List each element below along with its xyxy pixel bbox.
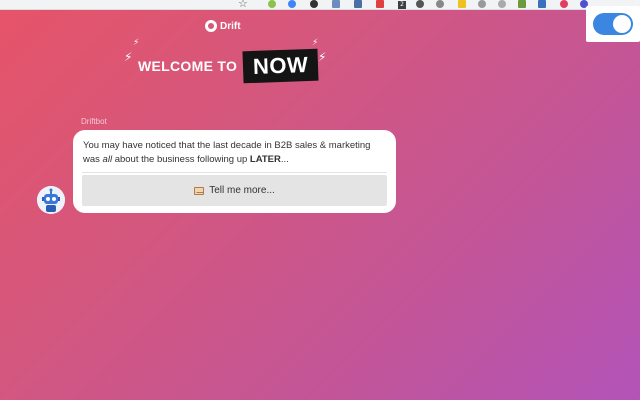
extension-icon[interactable] xyxy=(416,0,424,8)
message-bold-text: LATER xyxy=(249,154,281,165)
robot-icon xyxy=(37,186,65,214)
extension-icon[interactable] xyxy=(560,0,568,8)
message-italic-text: all xyxy=(102,154,113,165)
driftbot-avatar xyxy=(37,186,65,214)
extension-icon[interactable] xyxy=(498,0,506,8)
extension-toggle-panel xyxy=(586,6,640,42)
drift-logo: Drift xyxy=(205,19,241,33)
sparkle-icon: ⚡ xyxy=(124,50,133,64)
drift-logo-text: Drift xyxy=(220,20,241,32)
extension-icon[interactable] xyxy=(478,0,486,8)
chat-message-text: You may have noticed that the last decad… xyxy=(83,139,388,167)
bubble-divider xyxy=(82,172,387,173)
now-highlight: NOW xyxy=(242,48,319,84)
message-text-part: ... xyxy=(280,154,289,165)
welcome-text: WELCOME TO xyxy=(138,58,238,74)
welcome-headline: WELCOME TO NOW xyxy=(138,48,319,84)
extension-icon[interactable] xyxy=(518,0,526,8)
extension-icon[interactable] xyxy=(538,0,546,8)
envelope-icon xyxy=(194,186,205,195)
extension-icon[interactable] xyxy=(288,0,296,8)
extension-icon[interactable] xyxy=(310,0,318,8)
extension-icon[interactable] xyxy=(458,0,466,8)
chat-message-bubble: You may have noticed that the last decad… xyxy=(73,130,396,213)
sparkle-icon: ⚡ xyxy=(133,38,140,48)
bot-name-label: Driftbot xyxy=(81,117,107,126)
extension-icon[interactable] xyxy=(376,0,384,8)
enable-toggle[interactable] xyxy=(593,13,633,35)
tell-me-more-label: Tell me more... xyxy=(209,185,275,196)
extension-badge[interactable]: 2 xyxy=(398,1,406,9)
extension-icon[interactable] xyxy=(268,0,276,8)
tell-me-more-button[interactable]: Tell me more... xyxy=(82,175,387,206)
browser-extension-bar: ☆ 2 xyxy=(0,0,640,10)
extension-icon[interactable] xyxy=(436,0,444,8)
sparkle-icon: ⚡ xyxy=(318,50,327,64)
extension-icon[interactable] xyxy=(354,0,362,8)
drift-logo-icon xyxy=(205,20,217,32)
message-text-part: about the business following up xyxy=(112,154,250,165)
toggle-knob xyxy=(613,15,631,33)
bookmark-star-icon[interactable]: ☆ xyxy=(238,0,248,10)
extension-icon[interactable] xyxy=(332,0,340,8)
sparkle-icon: ⚡ xyxy=(312,38,319,48)
